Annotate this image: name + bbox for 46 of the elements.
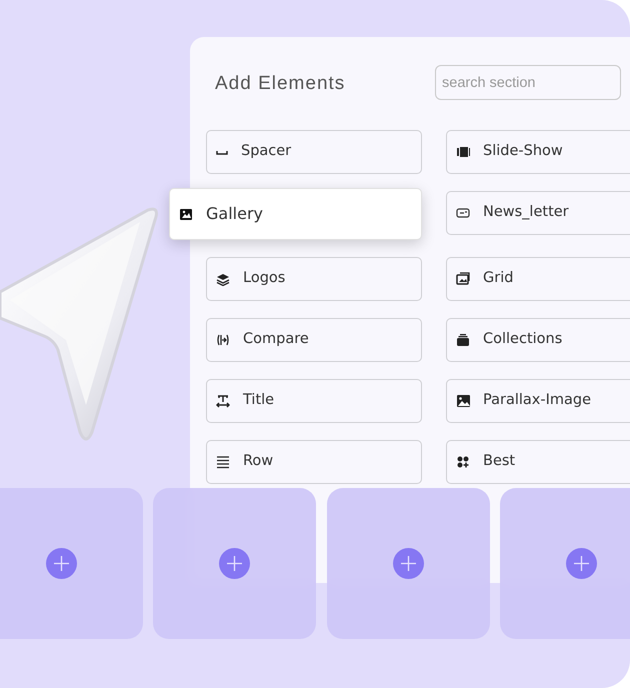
dragged-element-item[interactable]: Gallery: [169, 188, 422, 240]
text-height-icon: [216, 394, 230, 408]
element-label: Compare: [243, 330, 309, 350]
plus-icon: [53, 555, 70, 572]
compare-icon: [216, 333, 230, 347]
element-label: Best: [483, 452, 516, 472]
element-label: Title: [243, 391, 274, 410]
search-field[interactable]: search section: [435, 65, 621, 100]
element-label: Grid: [483, 269, 514, 288]
folder-stack-icon: [456, 333, 470, 347]
element-item[interactable]: Spacer: [206, 130, 422, 174]
element-label: News_letter: [483, 203, 569, 222]
element-item[interactable]: Slide-Show: [446, 130, 630, 174]
add-button[interactable]: [566, 548, 597, 579]
lines-icon: [216, 455, 230, 469]
element-item[interactable]: Title: [206, 379, 422, 423]
layers-icon: [216, 272, 230, 286]
gallery-icon: [179, 207, 193, 221]
element-label: Gallery: [206, 203, 263, 225]
element-item[interactable]: Logos: [206, 257, 422, 301]
element-label: Parallax-Image: [483, 391, 591, 410]
slides-icon: [456, 145, 470, 159]
add-button[interactable]: [393, 548, 424, 579]
panel-title: Add Elements: [215, 72, 346, 96]
element-label: Slide-Show: [483, 142, 563, 162]
grid-dots-icon: [456, 455, 470, 469]
plus-icon: [226, 555, 243, 572]
image-icon: [456, 394, 470, 408]
element-item[interactable]: Grid: [446, 257, 630, 301]
element-label: Collections: [483, 330, 562, 350]
element-label: Logos: [243, 269, 286, 288]
add-button[interactable]: [46, 548, 77, 579]
plus-icon: [573, 555, 590, 572]
add-button[interactable]: [219, 548, 250, 579]
space-icon: [216, 150, 228, 154]
element-item[interactable]: Best: [446, 440, 630, 484]
element-item[interactable]: Compare: [206, 318, 422, 362]
envelope-icon: [456, 206, 470, 220]
element-label: Row: [243, 452, 274, 472]
element-label: Spacer: [241, 142, 292, 162]
images-icon: [456, 272, 470, 286]
element-item[interactable]: Parallax-Image: [446, 379, 630, 423]
element-item[interactable]: Row: [206, 440, 422, 484]
element-item[interactable]: News_letter: [446, 191, 630, 235]
plus-icon: [400, 555, 417, 572]
element-item[interactable]: Collections: [446, 318, 630, 362]
